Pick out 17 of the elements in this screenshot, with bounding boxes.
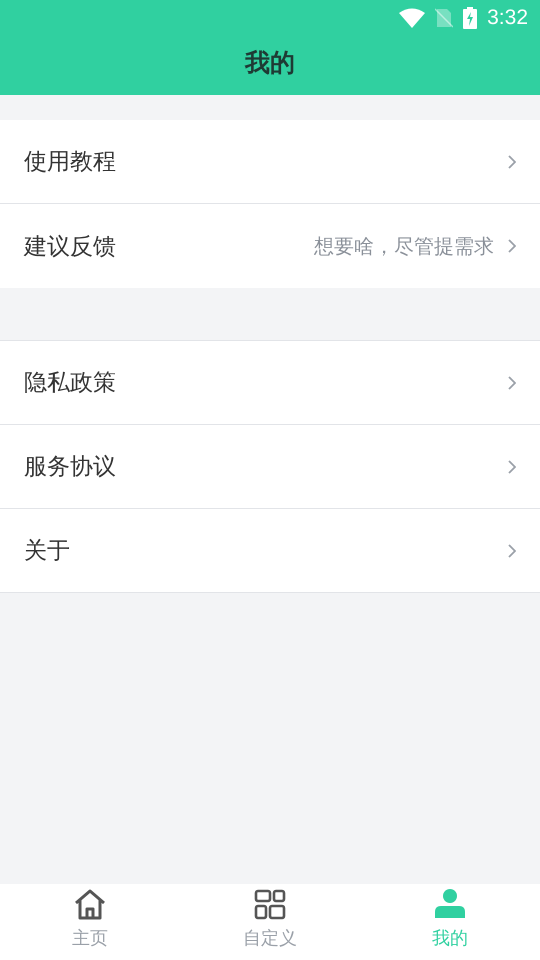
- chevron-icon: [508, 239, 516, 253]
- home-icon: [73, 888, 107, 922]
- battery-icon: [463, 7, 478, 29]
- menu-item[interactable]: 使用教程: [0, 120, 540, 204]
- chevron-icon: [508, 544, 516, 558]
- chevron-icon: [508, 460, 516, 474]
- menu-item[interactable]: 服务协议: [0, 425, 540, 509]
- menu-item[interactable]: 隐私政策: [0, 341, 540, 425]
- menu-item[interactable]: 关于: [0, 509, 540, 593]
- page-title: 我的: [244, 47, 296, 79]
- wifi-icon: [399, 8, 426, 28]
- grid-icon: [253, 888, 287, 922]
- no-sim-icon: [435, 8, 454, 28]
- status-time: 3:32: [487, 6, 528, 30]
- chevron-icon: [508, 154, 516, 168]
- chevron-icon: [508, 376, 516, 390]
- menu-item[interactable]: 建议反馈 想要啥，尽管提需求: [0, 204, 540, 288]
